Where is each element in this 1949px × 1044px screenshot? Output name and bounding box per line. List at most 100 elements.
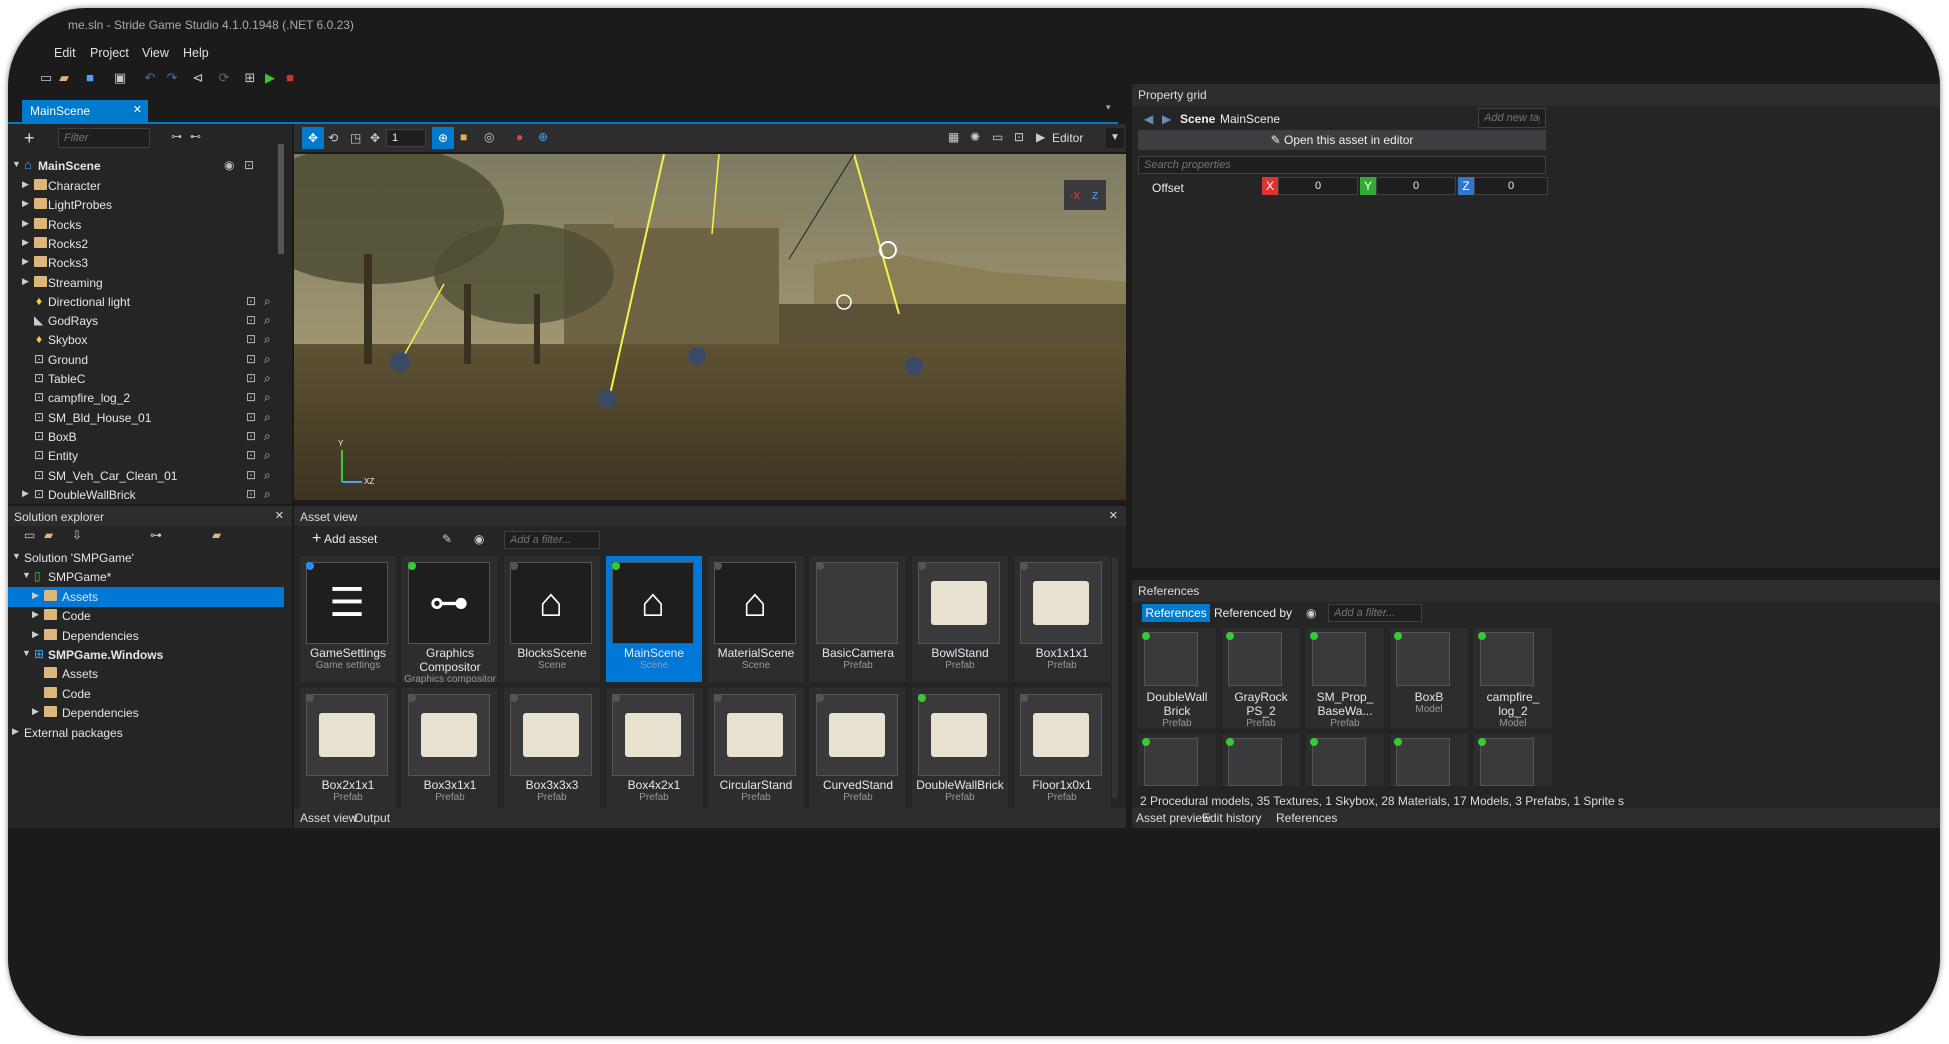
collapse-all-icon[interactable]: ⊷ [190,130,201,143]
new-folder-icon[interactable]: ▰ [44,528,53,542]
solution-item[interactable]: ▶ External packages [8,723,284,743]
window-icon[interactable]: ▣ [112,70,128,86]
solution-item[interactable]: Code [8,684,284,704]
tab-referenced-by[interactable]: Referenced by [1214,606,1292,620]
menu-view[interactable]: View [142,46,169,60]
expand-all-icon[interactable]: ⊶ [171,130,182,143]
frame-icon[interactable]: ⊡ [1014,130,1024,144]
camera-icon[interactable]: ◎ [484,130,494,144]
expand-arrow-icon[interactable]: ▼ [22,648,31,658]
lighting-icon[interactable]: ✺ [970,130,980,144]
solution-item[interactable]: ▶ Dependencies [8,703,284,723]
solution-item[interactable]: ▶ Dependencies [8,626,284,646]
snap-icon[interactable]: ✥ [370,131,380,145]
expand-arrow-icon[interactable]: ▶ [22,276,29,287]
expand-arrow-icon[interactable]: ▶ [22,179,29,190]
hierarchy-icon[interactable]: ⊶ [150,528,162,542]
asset-tile[interactable]: ☰ GameSettings Game settings [300,556,396,682]
expand-arrow-icon[interactable]: ▶ [22,488,29,499]
reference-tile[interactable]: GrayRock PS_2 Prefab [1222,628,1300,729]
expand-arrow-icon[interactable]: ▶ [32,629,39,640]
asset-tile[interactable]: ⊶ Graphics Compositor Graphics compositor [402,556,498,685]
scene-filter-input[interactable] [58,128,150,148]
close-panel-icon[interactable]: ✕ [1109,509,1118,522]
splitter[interactable] [1126,84,1130,804]
save-icon[interactable]: ■ [82,70,98,86]
lock-icon[interactable]: ⊡ [246,487,256,501]
reference-tile[interactable]: DoubleWall Brick Prefab [1138,628,1216,729]
tab-output[interactable]: Output [354,811,390,825]
menu-edit[interactable]: Edit [54,46,76,60]
camera-mode-dropdown-icon[interactable]: ▼ [1106,128,1124,148]
add-asset-button[interactable]: + Add asset [312,530,377,548]
tab-edit-history[interactable]: Edit history [1202,811,1261,825]
search-icon[interactable]: ⌕ [264,429,271,444]
expand-arrow-icon[interactable]: ▶ [12,726,19,737]
asset-view-scrollbar[interactable] [1112,558,1118,798]
back-icon[interactable]: ◀ [1144,112,1153,126]
forward-icon[interactable]: ▶ [1162,112,1171,126]
view-options-icon[interactable]: ◉ [474,532,484,546]
tab-asset-view[interactable]: Asset view [300,811,357,825]
asset-tile[interactable]: CurvedStand Prefab [810,688,906,814]
references-filter-input[interactable] [1328,604,1422,622]
offset-z-field[interactable]: 0 [1474,177,1548,195]
solution-item[interactable]: ▶ Code [8,606,284,626]
asset-tile[interactable]: Box3x3x3 Prefab [504,688,600,814]
expand-arrow-icon[interactable]: ▶ [22,198,29,209]
menu-help[interactable]: Help [183,46,209,60]
scale-icon[interactable]: ◳ [350,131,361,145]
reference-tile[interactable] [1390,734,1468,786]
video-icon[interactable]: ▶ [1036,130,1045,144]
reference-tile[interactable] [1474,734,1552,786]
search-icon[interactable]: ⌕ [264,410,271,425]
reference-tile[interactable] [1138,734,1216,786]
offset-y-field[interactable]: 0 [1376,177,1456,195]
search-icon[interactable]: ⌕ [264,332,271,347]
reference-tile[interactable]: campfire_ log_2 Model [1474,628,1552,729]
search-icon[interactable]: ⌕ [264,390,271,405]
search-icon[interactable]: ⌕ [264,448,271,463]
stop-icon[interactable]: ■ [282,70,298,86]
offset-x-field[interactable]: 0 [1278,177,1358,195]
expand-arrow-icon[interactable]: ▶ [32,590,39,601]
view-options-icon[interactable]: ◉ [1306,606,1316,620]
lock-icon[interactable]: ⊡ [246,371,256,385]
tab-mainscene[interactable]: MainScene ✕ [22,100,148,122]
asset-filter-input[interactable] [504,531,600,549]
build-icon[interactable]: ⊞ [242,70,258,86]
search-icon[interactable]: ⌕ [264,468,271,483]
asset-tile[interactable]: Box4x2x1 Prefab [606,688,702,814]
asset-tile[interactable]: BowlStand Prefab [912,556,1008,682]
solution-item[interactable]: ▶ Assets [8,586,284,607]
new-project-icon[interactable]: ▭ [24,528,35,542]
lock-icon[interactable]: ⊡ [246,313,256,327]
tab-references-bottom[interactable]: References [1276,811,1337,825]
search-icon[interactable]: ⌕ [264,294,271,309]
asset-tile[interactable]: Floor1x0x1 Prefab [1014,688,1110,814]
search-properties-input[interactable] [1138,156,1546,174]
visual-studio-icon[interactable]: ⊲ [190,70,206,86]
search-icon[interactable]: ⌕ [264,371,271,386]
asset-tile[interactable]: CircularStand Prefab [708,688,804,814]
grid-icon[interactable]: ▦ [948,130,959,144]
add-entity-icon[interactable]: + [24,128,35,149]
asset-tile[interactable]: DoubleWallBrick Prefab [912,688,1008,814]
expand-arrow-icon[interactable]: ▶ [22,256,29,267]
reload-icon[interactable]: ⟳ [216,70,232,86]
environment-icon[interactable]: ⊕ [538,130,548,144]
lock-icon[interactable]: ⊡ [246,429,256,443]
expand-arrow-icon[interactable]: ▶ [22,218,29,229]
close-tab-icon[interactable]: ✕ [133,103,142,116]
lock-icon[interactable]: ⊡ [246,390,256,404]
lock-icon[interactable]: ⊡ [246,294,256,308]
expand-arrow-icon[interactable]: ▶ [32,706,39,717]
lock-icon[interactable]: ⊡ [246,468,256,482]
import-icon[interactable]: ⇩ [72,528,82,542]
asset-tile[interactable]: ⌂ MaterialScene Scene [708,556,804,682]
reference-tile[interactable]: BoxB Model [1390,628,1468,728]
open-icon[interactable]: ▰ [56,70,72,86]
asset-tile[interactable]: Box1x1x1 Prefab [1014,556,1110,682]
asset-tile[interactable]: ⌂ MainScene Scene [606,556,702,682]
search-icon[interactable]: ⌕ [264,487,271,502]
